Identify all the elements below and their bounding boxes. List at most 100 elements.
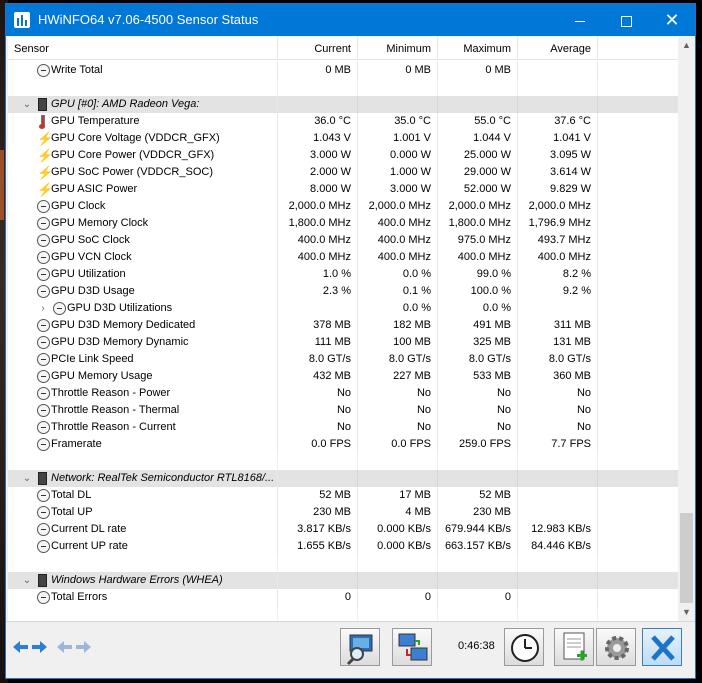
- sensor-group-row[interactable]: ⌄ Network: RealTek Semiconductor RTL8168/…: [8, 470, 678, 487]
- maximum-value: No: [438, 402, 518, 419]
- average-value: 1,796.9 MHz: [518, 215, 598, 232]
- column-header-sensor[interactable]: Sensor: [8, 37, 278, 59]
- vertical-scrollbar[interactable]: ▲ ▼: [678, 37, 695, 621]
- sensor-report-button[interactable]: [340, 628, 380, 666]
- minimize-button[interactable]: [557, 4, 603, 36]
- table-row[interactable]: GPU Clock 2,000.0 MHz 2,000.0 MHz 2,000.0 M…: [8, 198, 678, 215]
- table-row[interactable]: Total Errors 0 0 0: [8, 589, 678, 606]
- sensor-label: GPU Memory Usage: [51, 370, 153, 382]
- settings-button[interactable]: [596, 628, 636, 666]
- table-row[interactable]: GPU D3D Memory Dynamic 111 MB 100 MB 325 MB…: [8, 334, 678, 351]
- clock-icon: [37, 404, 50, 417]
- clock-icon: [37, 438, 50, 451]
- table-row[interactable]: GPU D3D Memory Dedicated 378 MB 182 MB 491 …: [8, 317, 678, 334]
- maximum-value: [438, 96, 518, 113]
- average-value: [518, 606, 598, 621]
- table-row[interactable]: GPU Utilization 1.0 % 0.0 % 99.0 % 8.2 %: [8, 266, 678, 283]
- minimum-value: [358, 470, 438, 487]
- table-row[interactable]: GPU Memory Usage 432 MB 227 MB 533 MB 360 MB: [8, 368, 678, 385]
- clock-icon: [37, 421, 50, 434]
- sensor-name-cell: ⚡ GPU SoC Power (VDDCR_SOC): [8, 164, 278, 181]
- scrollbar-thumb[interactable]: [680, 513, 693, 603]
- table-row[interactable]: ⚡ GPU Core Power (VDDCR_GFX) 3.000 W 0.000 …: [8, 147, 678, 164]
- sensor-rows: Write Total 0 MB 0 MB 0 MB ⌄ GPU [#0]: AMD Ra…: [8, 62, 678, 621]
- sensor-label: GPU VCN Clock: [51, 251, 132, 263]
- current-value: 52 MB: [278, 487, 358, 504]
- sensor-name-cell: › GPU D3D Utilizations: [8, 300, 278, 317]
- scroll-up-arrow-icon[interactable]: ▲: [678, 37, 695, 54]
- maximum-value: [438, 572, 518, 589]
- close-window-button[interactable]: ✕: [649, 4, 695, 36]
- sensor-label: GPU D3D Utilizations: [67, 302, 173, 314]
- column-header-average[interactable]: Average: [518, 37, 598, 59]
- maximum-value: 975.0 MHz: [438, 232, 518, 249]
- column-header-maximum[interactable]: Maximum: [438, 37, 518, 59]
- current-value: No: [278, 419, 358, 436]
- current-value: 2.000 W: [278, 164, 358, 181]
- maximum-value: 55.0 °C: [438, 113, 518, 130]
- chevron-down-icon[interactable]: ⌄: [22, 470, 32, 487]
- maximize-icon: [620, 15, 632, 27]
- table-row[interactable]: › GPU D3D Utilizations 0.0 % 0.0 %: [8, 300, 678, 317]
- minimum-value: 0.000 KB/s: [358, 521, 438, 538]
- clock-icon: [37, 540, 50, 553]
- column-header-minimum[interactable]: Minimum: [358, 37, 438, 59]
- sensor-name-cell: ⌄ Windows Hardware Errors (WHEA): [8, 572, 278, 589]
- navigate-arrows-disabled-button[interactable]: [53, 628, 95, 666]
- sensor-name-cell: Throttle Reason - Power: [8, 385, 278, 402]
- table-row[interactable]: Current DL rate 3.817 KB/s 0.000 KB/s 679.9…: [8, 521, 678, 538]
- table-row[interactable]: Throttle Reason - Current No No No No: [8, 419, 678, 436]
- table-row[interactable]: Current UP rate 1.655 KB/s 0.000 KB/s 663.1…: [8, 538, 678, 555]
- scrollbar-track[interactable]: [680, 54, 693, 514]
- table-row[interactable]: Total UP 230 MB 4 MB 230 MB: [8, 504, 678, 521]
- current-value: [278, 572, 358, 589]
- table-row[interactable]: ⚡ GPU SoC Power (VDDCR_SOC) 2.000 W 1.000 W…: [8, 164, 678, 181]
- clock-icon: [37, 506, 50, 519]
- minimum-value: [358, 453, 438, 470]
- sensor-name-cell: Write Total: [8, 62, 278, 79]
- maximize-button[interactable]: [603, 4, 649, 36]
- chevron-down-icon[interactable]: ⌄: [22, 572, 32, 589]
- sensor-table: Sensor Current Minimum Maximum Average W…: [8, 37, 678, 621]
- close-button[interactable]: [642, 628, 682, 666]
- table-row[interactable]: GPU D3D Usage 2.3 % 0.1 % 100.0 % 9.2 %: [8, 283, 678, 300]
- average-value: 7.7 FPS: [518, 436, 598, 453]
- average-value: 37.6 °C: [518, 113, 598, 130]
- title-bar[interactable]: HWiNFO64 v7.06-4500 Sensor Status ✕: [6, 4, 695, 36]
- sensor-name-cell: GPU D3D Usage: [8, 283, 278, 300]
- table-row[interactable]: Total DL 52 MB 17 MB 52 MB: [8, 487, 678, 504]
- sensor-group-row[interactable]: ⌄ Windows Hardware Errors (WHEA): [8, 572, 678, 589]
- chevron-down-icon[interactable]: ⌄: [22, 96, 32, 113]
- minimum-value: [358, 606, 438, 621]
- table-row[interactable]: Throttle Reason - Power No No No No: [8, 385, 678, 402]
- clock-reset-button[interactable]: [504, 628, 544, 666]
- network-button[interactable]: [392, 628, 432, 666]
- table-row[interactable]: GPU VCN Clock 400.0 MHz 400.0 MHz 400.0 MHz…: [8, 249, 678, 266]
- average-value: No: [518, 402, 598, 419]
- clock-icon: [37, 234, 50, 247]
- scroll-down-arrow-icon[interactable]: ▼: [678, 604, 695, 621]
- table-row[interactable]: Framerate 0.0 FPS 0.0 FPS 259.0 FPS 7.7 FPS: [8, 436, 678, 453]
- table-row[interactable]: PCIe Link Speed 8.0 GT/s 8.0 GT/s 8.0 GT/s 8…: [8, 351, 678, 368]
- table-row[interactable]: Write Total 0 MB 0 MB 0 MB: [8, 62, 678, 79]
- column-header-current[interactable]: Current: [278, 37, 358, 59]
- maximum-value: 8.0 GT/s: [438, 351, 518, 368]
- table-row[interactable]: GPU Memory Clock 1,800.0 MHz 400.0 MHz 1,80…: [8, 215, 678, 232]
- current-value: 3.000 W: [278, 147, 358, 164]
- minimize-icon: [575, 20, 585, 22]
- navigate-arrows-button[interactable]: [9, 628, 51, 666]
- network-computers-icon: [398, 633, 428, 661]
- table-row[interactable]: ⚡ GPU ASIC Power 8.000 W 3.000 W 52.000 W 9.8…: [8, 181, 678, 198]
- minimum-value: 100 MB: [358, 334, 438, 351]
- table-row[interactable]: Throttle Reason - Thermal No No No No: [8, 402, 678, 419]
- sensor-name-cell: ⚡ GPU Core Voltage (VDDCR_GFX): [8, 130, 278, 147]
- average-value: [518, 79, 598, 96]
- chevron-right-icon[interactable]: ›: [38, 300, 48, 317]
- minimum-value: 0.0 FPS: [358, 436, 438, 453]
- table-row[interactable]: GPU SoC Clock 400.0 MHz 400.0 MHz 975.0 MHz…: [8, 232, 678, 249]
- table-row[interactable]: GPU Temperature 36.0 °C 35.0 °C 55.0 °C 37.6…: [8, 113, 678, 130]
- table-row[interactable]: ⚡ GPU Core Voltage (VDDCR_GFX) 1.043 V 1.00…: [8, 130, 678, 147]
- sensor-group-row[interactable]: ⌄ GPU [#0]: AMD Radeon Vega:: [8, 96, 678, 113]
- spacer-row: [8, 555, 678, 572]
- logging-button[interactable]: [554, 628, 594, 666]
